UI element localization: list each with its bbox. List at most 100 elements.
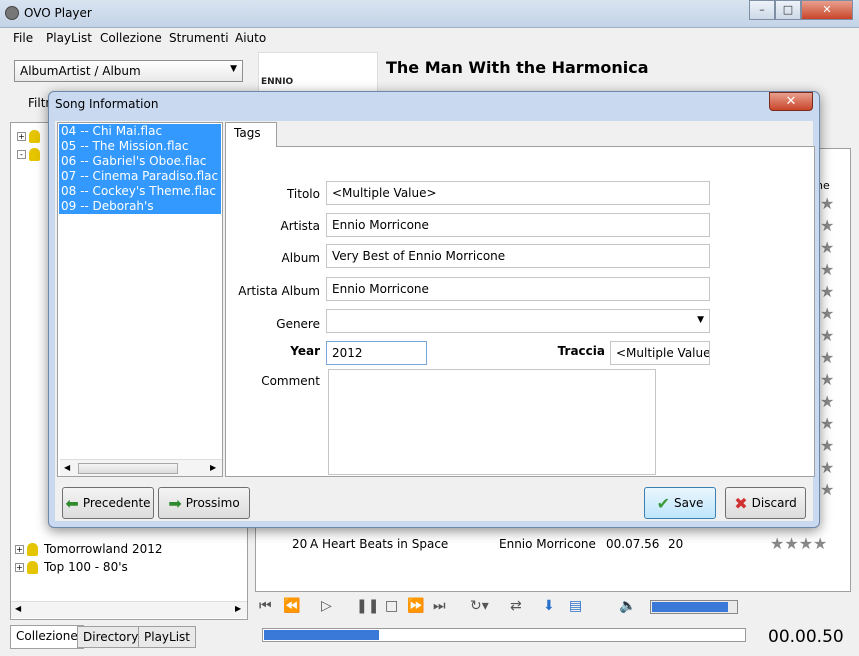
tree-node-expand-1[interactable]: + <box>17 129 46 143</box>
tab-directory[interactable]: Directory <box>77 626 145 648</box>
tree-item[interactable]: + Top 100 - 80's <box>15 560 128 574</box>
tree-item-label: Tomorrowland 2012 <box>44 542 163 556</box>
artista-label: Artista <box>280 219 321 233</box>
tree-hscroll[interactable]: ◀ ▶ <box>11 601 247 618</box>
volume-icon[interactable]: 🔈 <box>619 598 636 614</box>
file-list-hscroll[interactable]: ◀ ▶ <box>60 459 222 476</box>
shuffle-icon[interactable]: ⇄ <box>510 598 522 614</box>
list-item[interactable]: 06 -- Gabriel's Oboe.flac <box>59 154 221 169</box>
download-icon[interactable]: ⬇ <box>543 598 555 614</box>
menu-strumenti[interactable]: Strumenti <box>169 31 229 45</box>
list-item[interactable]: 07 -- Cinema Paradiso.flac <box>59 169 221 184</box>
tree-item-label: Top 100 - 80's <box>44 560 128 574</box>
artist-icon <box>29 148 40 161</box>
comment-label: Comment <box>261 374 320 388</box>
pause-icon[interactable]: ❚❚ <box>356 598 379 614</box>
window-title: OVO Player <box>24 6 92 20</box>
play-icon[interactable]: ▷ <box>321 598 332 614</box>
save-button[interactable]: ✔ Save <box>644 487 716 519</box>
menu-bar: File PlayList Collezione Strumenti Aiuto <box>0 28 859 48</box>
stop-icon[interactable]: □ <box>385 598 398 614</box>
rating-column: ★ ★ ★ ★ ★ ★ ★ ★ ★ ★ ★ ★ ★ ★ <box>820 194 835 499</box>
time-display: 00.00.50 <box>768 627 844 647</box>
prev-label: Precedente <box>82 496 151 510</box>
artista-field[interactable]: Ennio Morricone <box>326 213 710 237</box>
tab-collezione[interactable]: Collezione <box>10 625 84 649</box>
scroll-right-icon[interactable]: ▶ <box>210 463 216 472</box>
tree-item[interactable]: + Tomorrowland 2012 <box>15 542 162 556</box>
discard-button[interactable]: ✖ Discard <box>725 487 806 519</box>
scroll-left-icon[interactable]: ◀ <box>15 604 21 613</box>
genere-select[interactable]: ▼ <box>326 309 710 333</box>
menu-playlist[interactable]: PlayList <box>46 31 92 45</box>
menu-collezione[interactable]: Collezione <box>100 31 162 45</box>
year-label: Year <box>290 344 320 358</box>
position-fill <box>264 630 380 640</box>
expand-icon[interactable]: + <box>15 563 24 572</box>
row-number: 20 <box>292 537 308 551</box>
filter-label: Filtr <box>28 96 51 110</box>
row-title[interactable]: A Heart Beats in Space <box>310 537 448 551</box>
list-item[interactable]: 09 -- Deborah's Theme.flac <box>59 199 221 228</box>
tab-tags[interactable]: Tags <box>225 122 277 147</box>
scroll-left-icon[interactable]: ◀ <box>64 463 70 472</box>
song-info-dialog: Song Information ✕ 04 -- Chi Mai.flac 05… <box>48 91 820 528</box>
list-item[interactable]: 05 -- The Mission.flac <box>59 139 221 154</box>
row-duration: 00.07.56 <box>606 537 660 551</box>
dialog-body: 04 -- Chi Mai.flac 05 -- The Mission.fla… <box>55 121 815 521</box>
dialog-button-bar: ⬅ Precedente ➡ Prossimo ✔ Save ✖ Discard <box>55 477 813 521</box>
check-icon: ✔ <box>656 493 670 513</box>
titolo-field[interactable]: <Multiple Value> <box>326 181 710 205</box>
maximize-button[interactable]: □ <box>775 0 801 20</box>
comment-field[interactable] <box>328 369 656 475</box>
view-select[interactable]: AlbumArtist / Album ▼ <box>14 60 243 82</box>
menu-aiuto[interactable]: Aiuto <box>235 31 266 45</box>
forward-icon[interactable]: ⏩ <box>407 598 424 614</box>
next-label: Prossimo <box>185 496 240 510</box>
tree-node-expand-2[interactable]: - <box>17 147 46 161</box>
minimize-button[interactable]: – <box>749 0 775 20</box>
volume-fill <box>652 602 728 612</box>
dialog-close-button[interactable]: ✕ <box>769 92 813 111</box>
row-extra: 20 <box>668 537 684 551</box>
artista-album-field[interactable]: Ennio Morricone <box>326 277 710 301</box>
album-field[interactable]: Very Best of Ennio Morricone <box>326 244 710 268</box>
arrow-right-icon: ➡ <box>168 493 182 513</box>
folder-icon[interactable]: ▤ <box>569 598 582 614</box>
rewind-icon[interactable]: ⏪ <box>283 598 300 614</box>
scroll-right-icon[interactable]: ▶ <box>235 604 241 613</box>
tags-panel: Titolo <Multiple Value> Artista Ennio Mo… <box>225 146 815 477</box>
row-rating-stars[interactable]: ★★★★ <box>770 534 827 553</box>
arrow-left-icon: ⬅ <box>65 493 79 513</box>
artista-album-label: Artista Album <box>238 284 320 298</box>
chevron-down-icon: ▼ <box>230 64 237 74</box>
menu-file[interactable]: File <box>13 31 33 45</box>
first-icon[interactable]: ⏮ <box>259 598 272 614</box>
list-item[interactable]: 04 -- Chi Mai.flac <box>59 124 221 139</box>
chevron-down-icon: ▼ <box>697 315 704 325</box>
save-label: Save <box>673 496 704 510</box>
transport-bar: ⏮ ⏪ ▷ ❚❚ □ ⏩ ⏭ ↻▾ ⇄ ⬇ ▤ 🔈 <box>255 596 855 620</box>
discard-label: Discard <box>751 496 797 510</box>
artist-icon <box>27 561 38 574</box>
repeat-icon[interactable]: ↻▾ <box>470 598 489 614</box>
album-label: Album <box>281 251 320 265</box>
volume-slider[interactable] <box>650 600 738 614</box>
dialog-title: Song Information <box>55 97 159 111</box>
app-icon <box>5 6 19 20</box>
expand-icon[interactable]: + <box>15 545 24 554</box>
close-button[interactable]: ✕ <box>801 0 853 20</box>
next-button[interactable]: ➡ Prossimo <box>158 487 250 519</box>
position-slider[interactable] <box>262 628 746 642</box>
scroll-thumb[interactable] <box>78 463 178 474</box>
artist-icon <box>29 130 40 143</box>
last-icon[interactable]: ⏭ <box>433 598 446 614</box>
file-list[interactable]: 04 -- Chi Mai.flac 05 -- The Mission.fla… <box>57 122 223 477</box>
main-title-bar: OVO Player – □ ✕ <box>0 0 859 28</box>
tab-playlist[interactable]: PlayList <box>138 626 197 648</box>
view-select-value: AlbumArtist / Album <box>20 64 141 78</box>
year-field[interactable]: 2012 <box>326 341 427 365</box>
titolo-label: Titolo <box>286 187 320 201</box>
traccia-field[interactable]: <Multiple Value> <box>610 341 710 365</box>
prev-button[interactable]: ⬅ Precedente <box>62 487 154 519</box>
